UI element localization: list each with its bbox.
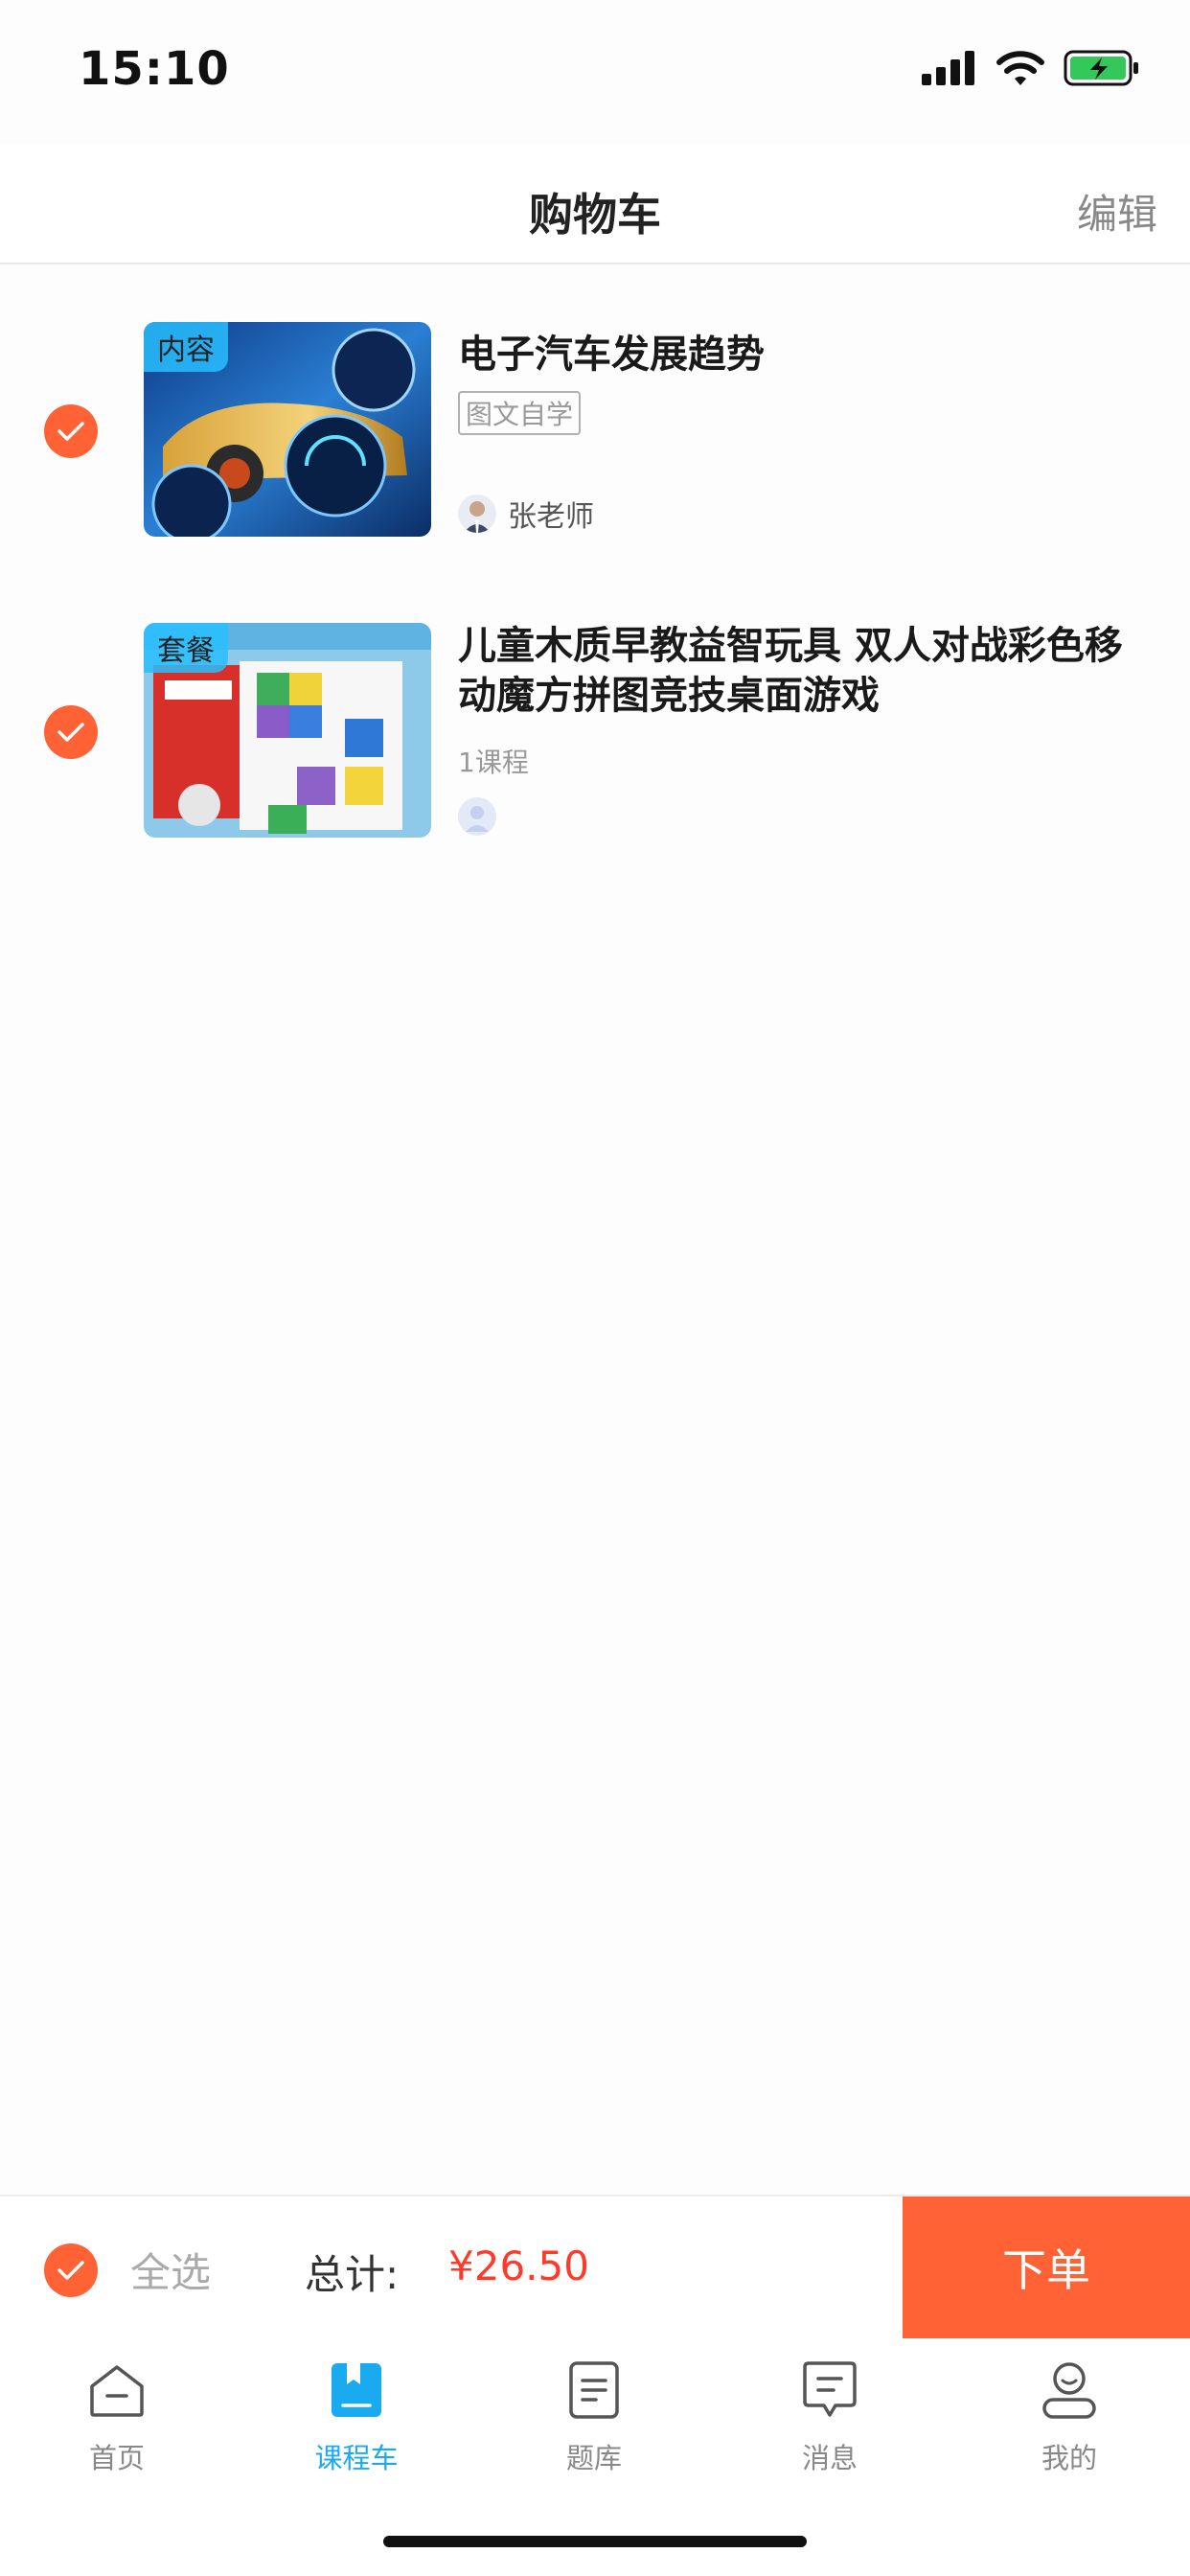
tab-home[interactable]: 首页 [40, 2359, 194, 2476]
home-icon [90, 2365, 144, 2417]
tab-question-bank[interactable]: 题库 [517, 2359, 671, 2476]
teacher-avatar [458, 494, 496, 533]
battery-charging-icon [1064, 50, 1138, 86]
bookmark-icon [332, 2363, 381, 2417]
teacher-name: 张老师 [508, 500, 594, 534]
tab-label: 题库 [565, 2442, 622, 2474]
content-tag: 内容 [144, 322, 228, 372]
edit-button[interactable]: 编辑 [1077, 182, 1157, 241]
place-order-button[interactable]: 下单 [903, 2196, 1190, 2338]
item-title[interactable]: 儿童木质早教益智玩具 双人对战彩色移动魔方拼图竞技桌面游戏 [458, 621, 1148, 721]
teacher-info [458, 797, 496, 836]
select-all-checkbox[interactable] [44, 2242, 98, 2297]
item-checkbox[interactable] [44, 404, 98, 458]
status-time: 15:10 [79, 42, 230, 96]
check-icon [57, 2260, 84, 2280]
course-thumbnail[interactable]: 内容 [144, 322, 431, 537]
course-thumbnail[interactable]: 套餐 [144, 623, 431, 838]
document-icon [569, 2361, 619, 2419]
message-icon [803, 2361, 857, 2417]
default-avatar-icon [458, 797, 496, 836]
check-icon [57, 723, 84, 742]
tab-messages[interactable]: 消息 [753, 2359, 906, 2476]
nav-bar: 购物车 编辑 [0, 144, 1190, 264]
total-price: ¥26.50 [448, 2242, 589, 2289]
home-indicator [383, 2536, 807, 2547]
teacher-info: 张老师 [458, 493, 594, 535]
status-icons [922, 50, 1140, 86]
tab-label: 我的 [1041, 2442, 1097, 2474]
course-type-badge: 图文自学 [458, 391, 582, 435]
package-tag: 套餐 [144, 623, 228, 673]
cart-item[interactable]: 内容 电子汽车发展趋势 图文自学 张老师 [0, 322, 1190, 542]
select-all-label: 全选 [130, 2249, 212, 2296]
select-all-toggle[interactable]: 全选 [44, 2241, 211, 2299]
check-icon [57, 422, 84, 441]
checkout-bar: 全选 总计: ¥26.50 下单 [0, 2195, 1190, 2340]
signal-icon [922, 51, 974, 85]
cart-item[interactable]: 套餐 儿童木质早教益智玩具 双人对战彩色移动魔方拼图竞技桌面游戏 1课程 [0, 623, 1190, 843]
tab-label: 课程车 [314, 2442, 399, 2474]
wifi-icon [996, 51, 1044, 85]
course-count: 1课程 [458, 747, 529, 778]
page-title: 购物车 [529, 189, 661, 241]
status-bar: 15:10 [0, 0, 1190, 144]
tab-label: 消息 [801, 2442, 858, 2474]
profile-icon [1042, 2362, 1096, 2419]
item-checkbox[interactable] [44, 705, 98, 759]
item-title[interactable]: 电子汽车发展趋势 [458, 330, 1148, 380]
tab-course-cart[interactable]: 课程车 [280, 2359, 433, 2476]
total-label: 总计: [305, 2251, 400, 2298]
tab-label: 首页 [88, 2442, 145, 2474]
tab-profile[interactable]: 我的 [993, 2359, 1146, 2476]
